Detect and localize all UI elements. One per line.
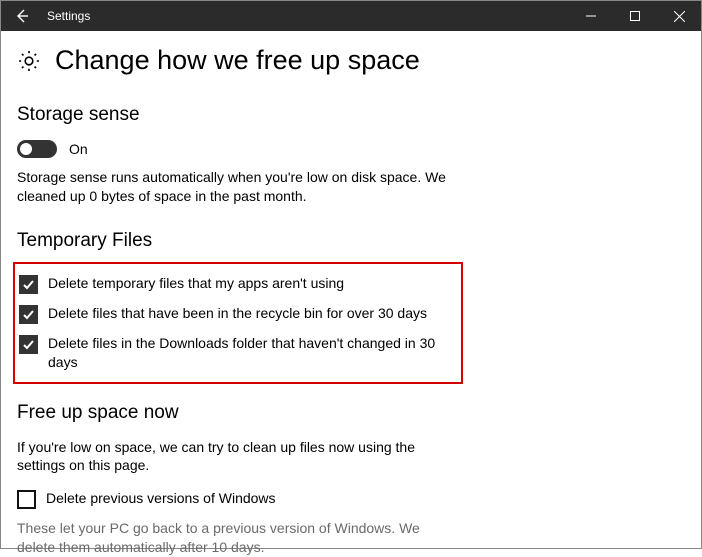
delete-previous-windows-label: Delete previous versions of Windows <box>46 489 276 508</box>
check-icon <box>22 278 35 291</box>
check-icon <box>22 308 35 321</box>
storage-sense-heading: Storage sense <box>17 104 677 126</box>
arrow-left-icon <box>14 8 30 24</box>
temp-files-checkbox-2[interactable] <box>19 335 38 354</box>
page-title: Change how we free up space <box>55 45 420 76</box>
free-up-now-description: If you're low on space, we can try to cl… <box>17 438 447 476</box>
gear-icon <box>17 49 41 73</box>
minimize-button[interactable] <box>569 1 613 31</box>
maximize-icon <box>630 11 640 21</box>
storage-sense-toggle-label: On <box>69 141 88 157</box>
temp-files-label-0: Delete temporary files that my apps aren… <box>48 274 344 293</box>
temp-files-label-1: Delete files that have been in the recyc… <box>48 304 427 323</box>
delete-previous-windows-checkbox[interactable] <box>17 490 36 509</box>
close-button[interactable] <box>657 1 701 31</box>
maximize-button[interactable] <box>613 1 657 31</box>
temporary-files-highlight: Delete temporary files that my apps aren… <box>13 262 463 384</box>
temp-files-checkbox-1[interactable] <box>19 305 38 324</box>
temp-files-checkbox-0[interactable] <box>19 275 38 294</box>
window-title: Settings <box>43 9 90 23</box>
close-icon <box>674 11 685 22</box>
back-button[interactable] <box>1 1 43 31</box>
storage-sense-description: Storage sense runs automatically when yo… <box>17 168 447 206</box>
minimize-icon <box>586 11 596 21</box>
storage-sense-toggle[interactable] <box>17 140 57 158</box>
free-up-now-footnote: These let your PC go back to a previous … <box>17 519 447 557</box>
check-icon <box>22 338 35 351</box>
temp-files-label-2: Delete files in the Downloads folder tha… <box>48 334 439 372</box>
temporary-files-heading: Temporary Files <box>17 230 677 252</box>
free-up-now-heading: Free up space now <box>17 402 677 424</box>
